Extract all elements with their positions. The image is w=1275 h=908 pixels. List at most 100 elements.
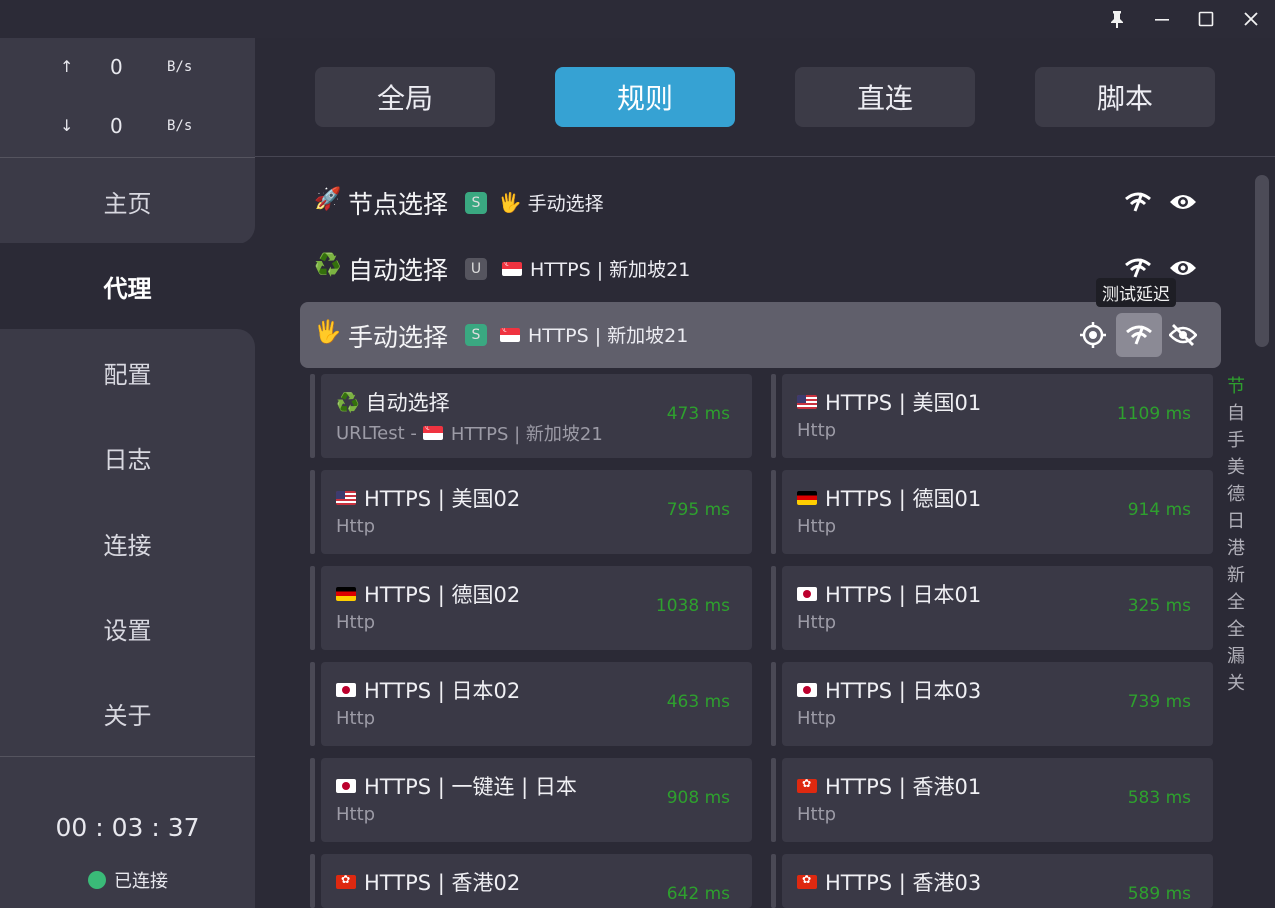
proxy-card[interactable]: HTTPS | 香港02 642 ms [321, 854, 752, 908]
proxy-type: Http [336, 708, 376, 729]
index-item[interactable]: 自 [1224, 399, 1248, 426]
singapore-flag-icon [502, 261, 522, 276]
mode-global-button[interactable]: 全局 [315, 67, 495, 127]
index-item[interactable]: 新 [1224, 561, 1248, 588]
connection-status: 已连接 [88, 867, 168, 893]
hongkong-flag-icon [336, 875, 356, 889]
card-indicator [771, 854, 776, 908]
card-indicator [310, 374, 315, 458]
index-item[interactable]: 港 [1224, 534, 1248, 561]
proxy-name: HTTPS | 香港03 [797, 867, 981, 897]
proxy-card[interactable]: HTTPS | 美国02 Http 795 ms [321, 470, 752, 554]
index-item[interactable]: 德 [1224, 480, 1248, 507]
proxy-card[interactable]: HTTPS | 香港01 Http 583 ms [782, 758, 1213, 842]
locate-icon[interactable] [1076, 318, 1110, 352]
status-dot-icon [88, 871, 106, 889]
proxy-type: Http [336, 612, 376, 633]
group-current: HTTPS | 新加坡21 [502, 255, 690, 282]
latency-test-icon[interactable] [1116, 313, 1162, 357]
proxy-card[interactable]: HTTPS | 日本02 Http 463 ms [321, 662, 752, 746]
proxy-card[interactable]: HTTPS | 德国01 Http 914 ms [782, 470, 1213, 554]
minimize-icon[interactable] [1145, 4, 1179, 34]
proxy-card[interactable]: HTTPS | 日本01 Http 325 ms [782, 566, 1213, 650]
index-item[interactable]: 手 [1224, 426, 1248, 453]
proxy-delay[interactable]: 908 ms [667, 788, 730, 808]
proxy-delay[interactable]: 914 ms [1128, 500, 1191, 520]
proxy-delay[interactable]: 1038 ms [656, 596, 730, 616]
mode-rule-button[interactable]: 规则 [555, 67, 735, 127]
index-item[interactable]: 全 [1224, 615, 1248, 642]
proxy-card[interactable]: HTTPS | 美国01 Http 1109 ms [782, 374, 1213, 458]
mode-script-button[interactable]: 脚本 [1035, 67, 1215, 127]
proxy-type: Http [797, 804, 837, 825]
scrollbar-thumb[interactable] [1255, 175, 1269, 347]
group-row-manual-select[interactable]: 🖐 手动选择 S HTTPS | 新加坡21 [300, 302, 1221, 368]
index-item[interactable]: 日 [1224, 507, 1248, 534]
group-current: 🖐 手动选择 [498, 189, 604, 216]
download-arrow-icon: ↓ [60, 116, 74, 135]
title-bar [0, 0, 1275, 38]
latency-tooltip: 测试延迟 [1096, 278, 1176, 307]
close-icon[interactable] [1234, 4, 1268, 34]
sidebar-item-about[interactable]: 关于 [0, 670, 255, 756]
eye-off-icon[interactable] [1166, 318, 1200, 352]
mode-direct-button[interactable]: 直连 [795, 67, 975, 127]
proxy-name: HTTPS | 美国02 [336, 483, 520, 513]
sidebar-item-proxy[interactable]: 代理 [0, 243, 255, 329]
group-row-node-select[interactable]: 🚀 节点选择 S 🖐 手动选择 [300, 169, 1230, 235]
eye-icon[interactable] [1166, 185, 1200, 219]
index-item[interactable]: 节 [1224, 372, 1248, 399]
sidebar-item-profiles[interactable]: 配置 [0, 329, 255, 415]
proxy-delay[interactable]: 1109 ms [1117, 404, 1191, 424]
sidebar-item-connections[interactable]: 连接 [0, 500, 255, 586]
card-indicator [310, 566, 315, 650]
proxy-card[interactable]: HTTPS | 一键连 | 日本 Http 908 ms [321, 758, 752, 842]
latency-test-icon[interactable] [1121, 185, 1155, 219]
hand-icon: 🖐 [498, 192, 522, 214]
proxy-page: 全局 规则 直连 脚本 🚀 节点选择 S 🖐 手动选择 ♻️ 自动选择 U ☾ … [255, 38, 1275, 908]
index-item[interactable]: 全 [1224, 588, 1248, 615]
proxy-delay[interactable]: 463 ms [667, 692, 730, 712]
proxy-delay[interactable]: 589 ms [1128, 884, 1191, 904]
proxy-delay[interactable]: 583 ms [1128, 788, 1191, 808]
proxy-name: HTTPS | 香港02 [336, 867, 520, 897]
proxy-name: HTTPS | 日本01 [797, 579, 981, 609]
upload-unit: B/s [167, 59, 193, 75]
upload-speed: ↑ 0 B/s [0, 53, 255, 83]
sidebar-item-home[interactable]: 主页 [0, 158, 255, 244]
group-type-badge: S [465, 192, 487, 214]
group-current-label: HTTPS | 新加坡21 [528, 325, 689, 347]
proxy-type: Http [797, 516, 837, 537]
group-current-label: HTTPS | 新加坡21 [530, 259, 691, 281]
index-item[interactable]: 漏 [1224, 642, 1248, 669]
proxy-type: URLTest - HTTPS | 新加坡21 [336, 420, 603, 446]
proxy-delay[interactable]: 473 ms [667, 404, 730, 424]
japan-flag-icon [797, 587, 817, 601]
sidebar-item-logs[interactable]: 日志 [0, 414, 255, 500]
uptime-timer: 00 : 03 : 37 [55, 813, 200, 842]
proxy-card[interactable]: HTTPS | 日本03 Http 739 ms [782, 662, 1213, 746]
pin-icon[interactable] [1100, 4, 1134, 34]
status-label: 已连接 [114, 871, 168, 892]
group-row-auto-select[interactable]: ♻️ 自动选择 U HTTPS | 新加坡21 [300, 235, 1230, 301]
group-current-label: 手动选择 [527, 193, 604, 215]
maximize-icon[interactable] [1189, 4, 1223, 34]
singapore-flag-icon [422, 426, 443, 440]
proxy-delay[interactable]: 325 ms [1128, 596, 1191, 616]
proxy-card[interactable]: HTTPS | 香港03 589 ms [782, 854, 1213, 908]
upload-value: 0 [110, 55, 123, 79]
card-indicator [310, 470, 315, 554]
proxy-name: HTTPS | 日本03 [797, 675, 981, 705]
sidebar-item-settings[interactable]: 设置 [0, 585, 255, 671]
proxy-card[interactable]: HTTPS | 德国02 Http 1038 ms [321, 566, 752, 650]
proxy-card[interactable]: ♻️自动选择 URLTest - HTTPS | 新加坡21 473 ms [321, 374, 752, 458]
proxy-delay[interactable]: 642 ms [667, 884, 730, 904]
proxy-delay[interactable]: 739 ms [1128, 692, 1191, 712]
proxy-type: Http [336, 516, 376, 537]
index-item[interactable]: 美 [1224, 453, 1248, 480]
proxy-delay[interactable]: 795 ms [667, 500, 730, 520]
proxy-name: HTTPS | 美国01 [797, 387, 981, 417]
card-indicator [310, 662, 315, 746]
index-item[interactable]: 关 [1224, 669, 1248, 696]
hongkong-flag-icon [797, 875, 817, 889]
